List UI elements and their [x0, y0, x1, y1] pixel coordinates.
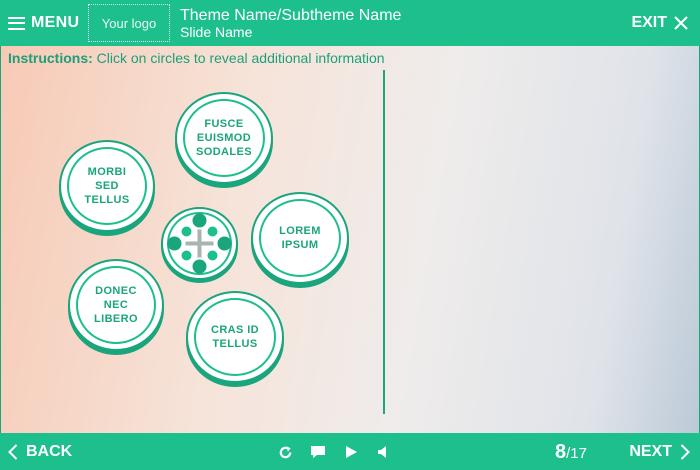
footer-bar: BACK 8 /17 NEXT: [0, 433, 700, 470]
circle-label-line: EUISMOD: [196, 132, 252, 144]
circle-cras-id-tellus[interactable]: CRAS ID TELLUS: [186, 291, 284, 383]
back-button[interactable]: BACK: [8, 441, 72, 463]
content-divider: [383, 70, 385, 414]
volume-button[interactable]: [376, 444, 392, 460]
comments-button[interactable]: [310, 444, 326, 460]
next-label: NEXT: [629, 443, 672, 460]
replay-icon: [279, 445, 291, 458]
circle-label-line: LIBERO: [94, 313, 138, 325]
page-current: 8: [555, 441, 567, 463]
page-indicator: 8 /17: [555, 441, 587, 463]
slide-name: Slide Name: [180, 24, 253, 40]
plus-icon: [185, 229, 214, 258]
circle-morbi-sed-tellus[interactable]: MORBI SED TELLUS: [59, 140, 155, 232]
center-hub: [161, 207, 238, 280]
circle-label-line: TELLUS: [212, 338, 258, 350]
slide-frame: [0, 0, 700, 470]
playback-controls: [277, 442, 392, 462]
circle-label-line: FUSCE: [204, 118, 244, 130]
chevron-left-icon: [8, 444, 18, 460]
circle-label-line: IPSUM: [281, 239, 319, 251]
logo-placeholder: Your logo: [88, 4, 170, 42]
circle-label-line: CRAS ID: [210, 324, 260, 336]
volume-icon: [378, 446, 386, 458]
theme-title: Theme Name/Subtheme Name: [180, 7, 402, 24]
circle-label-line: SED: [95, 180, 119, 192]
circle-label-line: LOREM: [279, 225, 321, 237]
circle-label-line: SODALES: [196, 146, 252, 158]
next-button[interactable]: NEXT: [629, 441, 690, 463]
instructions-label: Instructions:: [8, 50, 93, 66]
menu-label: MENU: [31, 14, 80, 31]
title-block: Theme Name/Subtheme Name Slide Name: [180, 7, 401, 41]
comment-icon: [311, 446, 325, 458]
replay-button[interactable]: [277, 444, 293, 460]
circle-fusce-euismod-sodales[interactable]: FUSCE EUISMOD SODALES: [175, 92, 273, 184]
circle-label-line: NEC: [103, 299, 129, 311]
menu-button[interactable]: MENU: [8, 8, 82, 38]
play-icon: [345, 446, 357, 458]
exit-label: EXIT: [631, 14, 667, 31]
close-icon: [674, 16, 688, 30]
circle-label-line: MORBI: [87, 166, 127, 178]
header-bar: MENU Your logo Theme Name/Subtheme Name …: [0, 0, 700, 46]
circle-donec-nec-libero[interactable]: DONEC NEC LIBERO: [68, 259, 164, 351]
page-total: /17: [566, 445, 587, 462]
chevron-right-icon: [680, 444, 690, 460]
circle-label-line: TELLUS: [84, 194, 130, 206]
play-button[interactable]: [343, 444, 359, 460]
instructions-text: Click on circles to reveal additional in…: [96, 50, 385, 66]
instructions: Instructions: Click on circles to reveal…: [8, 50, 385, 66]
back-label: BACK: [26, 443, 73, 460]
exit-button[interactable]: EXIT: [631, 12, 688, 34]
circle-label-line: DONEC: [95, 285, 137, 297]
circle-lorem-ipsum[interactable]: LOREM IPSUM: [251, 192, 349, 284]
menu-icon: [8, 16, 25, 30]
